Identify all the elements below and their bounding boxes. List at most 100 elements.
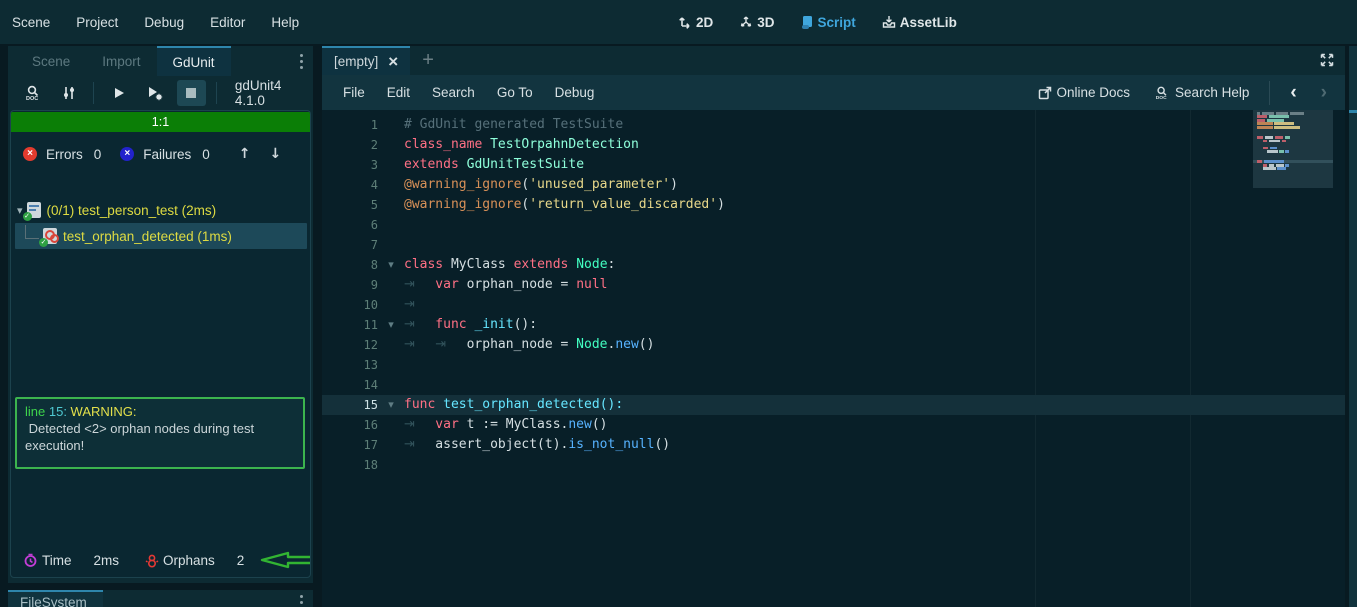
history-back-button[interactable]: ‹ xyxy=(1282,82,1304,104)
code-text: ⇥var orphan_node = null xyxy=(404,275,608,295)
annotation-arrow-icon xyxy=(258,550,311,570)
tree-collapse-icon[interactable]: ▾ xyxy=(17,204,23,217)
toolbar-separator xyxy=(93,82,94,104)
code-line: 15▾func test_orphan_detected(): xyxy=(322,395,1345,415)
expand-editor-button[interactable] xyxy=(1319,52,1335,71)
tab-indent-icon: ⇥ xyxy=(404,335,435,355)
minimap-line xyxy=(1257,119,1284,122)
minimap[interactable] xyxy=(1253,110,1333,607)
right-dock-edge xyxy=(1349,46,1357,607)
menu-help[interactable]: Help xyxy=(271,15,299,30)
code-line: 8▾class MyClass extends Node: xyxy=(322,255,1345,275)
stop-tests-button[interactable] xyxy=(177,80,206,106)
code-editor[interactable]: 1# GdUnit generated TestSuite2class_name… xyxy=(322,110,1345,607)
dock-menu-icon[interactable] xyxy=(300,595,303,607)
line-number: 8 xyxy=(322,255,378,275)
prev-failure-button[interactable]: ↑ xyxy=(239,146,251,162)
test-case-row[interactable]: ✓ test_orphan_detected (1ms) xyxy=(15,223,307,249)
menu-edit[interactable]: Edit xyxy=(376,85,421,100)
next-failure-button[interactable]: ↓ xyxy=(270,146,282,162)
line-number: 11 xyxy=(322,315,378,335)
gutter-space xyxy=(378,335,404,355)
svg-text:DOC: DOC xyxy=(26,96,38,102)
stop-icon xyxy=(186,88,196,98)
line-number: 17 xyxy=(322,435,378,455)
minimap-line xyxy=(1257,112,1304,115)
minimap-line xyxy=(1253,160,1333,163)
settings-button[interactable] xyxy=(54,80,83,106)
search-help-button[interactable]: DOC Search Help xyxy=(1146,85,1257,101)
add-tab-button[interactable]: + xyxy=(410,46,446,75)
code-text: class_name TestOrpahnDetection xyxy=(404,135,639,155)
line-number: 16 xyxy=(322,415,378,435)
errors-label: Errors xyxy=(46,147,83,162)
code-lines: 1# GdUnit generated TestSuite2class_name… xyxy=(322,115,1345,475)
menu-goto[interactable]: Go To xyxy=(486,85,544,100)
line-number: 10 xyxy=(322,295,378,315)
svg-text:DOC: DOC xyxy=(1156,95,1167,101)
online-docs-button[interactable]: Online Docs xyxy=(1030,85,1139,100)
fold-icon[interactable]: ▾ xyxy=(378,255,404,275)
tab-gdunit[interactable]: GdUnit xyxy=(157,46,231,76)
code-line: 5 @warning_ignore('return_value_discarded… xyxy=(322,195,1345,215)
debug-tests-button[interactable] xyxy=(141,80,170,106)
menu-file[interactable]: File xyxy=(332,85,376,100)
code-line: 1 # GdUnit generated TestSuite xyxy=(322,115,1345,135)
code-line: 11▾⇥func _init(): xyxy=(322,315,1345,335)
line-number: 1 xyxy=(322,115,378,135)
dock-menu-icon[interactable] xyxy=(300,54,303,69)
code-line: 17⇥assert_object(t).is_not_null() xyxy=(322,435,1345,455)
tab-indent-icon: ⇥ xyxy=(404,435,435,455)
menu-project[interactable]: Project xyxy=(76,15,118,30)
mode-2d-label: 2D xyxy=(696,15,713,30)
line-number: 4 xyxy=(322,175,378,195)
menu-script-debug[interactable]: Debug xyxy=(544,85,606,100)
play-debug-icon xyxy=(146,85,164,101)
code-line: 14 xyxy=(322,375,1345,395)
test-case-orphan-icon: ✓ xyxy=(43,228,57,244)
run-tests-button[interactable] xyxy=(104,80,133,106)
mode-script-button[interactable]: Script xyxy=(801,15,856,30)
gdunit-toolbar: DOC gdUnit4 4.1.0 xyxy=(8,76,313,110)
mode-assetlib-label: AssetLib xyxy=(900,15,957,30)
gutter-space xyxy=(378,135,404,155)
warning-message-line1: Detected <2> orphan nodes during test xyxy=(25,420,295,437)
time-value: 2ms xyxy=(94,553,120,568)
time-label: Time xyxy=(42,553,72,568)
tab-filesystem[interactable]: FileSystem xyxy=(8,590,103,607)
code-text: # GdUnit generated TestSuite xyxy=(404,115,623,135)
menu-debug[interactable]: Debug xyxy=(144,15,184,30)
mode-3d-button[interactable]: 3D xyxy=(739,15,774,30)
external-link-icon xyxy=(1038,86,1052,100)
mode-assetlib-button[interactable]: AssetLib xyxy=(882,15,957,30)
menu-editor[interactable]: Editor xyxy=(210,15,245,30)
warning-report-box[interactable]: line 15: WARNING: Detected <2> orphan no… xyxy=(15,397,305,469)
mode-2d-button[interactable]: 2D xyxy=(678,15,713,30)
code-line: 16⇥var t := MyClass.new() xyxy=(322,415,1345,435)
code-text: ⇥ xyxy=(404,295,435,315)
line-number: 5 xyxy=(322,195,378,215)
tab-indent-icon: ⇥ xyxy=(404,295,435,315)
close-icon[interactable]: × xyxy=(388,53,398,70)
code-line: 10 ⇥ xyxy=(322,295,1345,315)
tab-scene[interactable]: Scene xyxy=(16,46,86,76)
code-text: @warning_ignore('return_value_discarded'… xyxy=(404,195,725,215)
menu-search[interactable]: Search xyxy=(421,85,486,100)
play-icon xyxy=(111,85,127,101)
toolbar-separator xyxy=(216,82,217,104)
fold-icon[interactable]: ▾ xyxy=(378,395,404,415)
code-line: 6 xyxy=(322,215,1345,235)
tab-import[interactable]: Import xyxy=(86,46,156,76)
menu-scene[interactable]: Scene xyxy=(12,15,50,30)
line-number: 6 xyxy=(322,215,378,235)
history-forward-button[interactable]: › xyxy=(1313,82,1335,104)
line-number: 14 xyxy=(322,375,378,395)
test-suite-row[interactable]: ▾ ✓ (0/1) test_person_test (2ms) xyxy=(11,197,310,223)
script-tab-empty[interactable]: [empty] × xyxy=(322,46,410,75)
line-number: 13 xyxy=(322,355,378,375)
gutter-space xyxy=(378,375,404,395)
run-overall-button[interactable]: DOC xyxy=(18,80,47,106)
tab-indent-icon: ⇥ xyxy=(435,335,466,355)
code-line: 12⇥⇥orphan_node = Node.new() xyxy=(322,335,1345,355)
fold-icon[interactable]: ▾ xyxy=(378,315,404,335)
